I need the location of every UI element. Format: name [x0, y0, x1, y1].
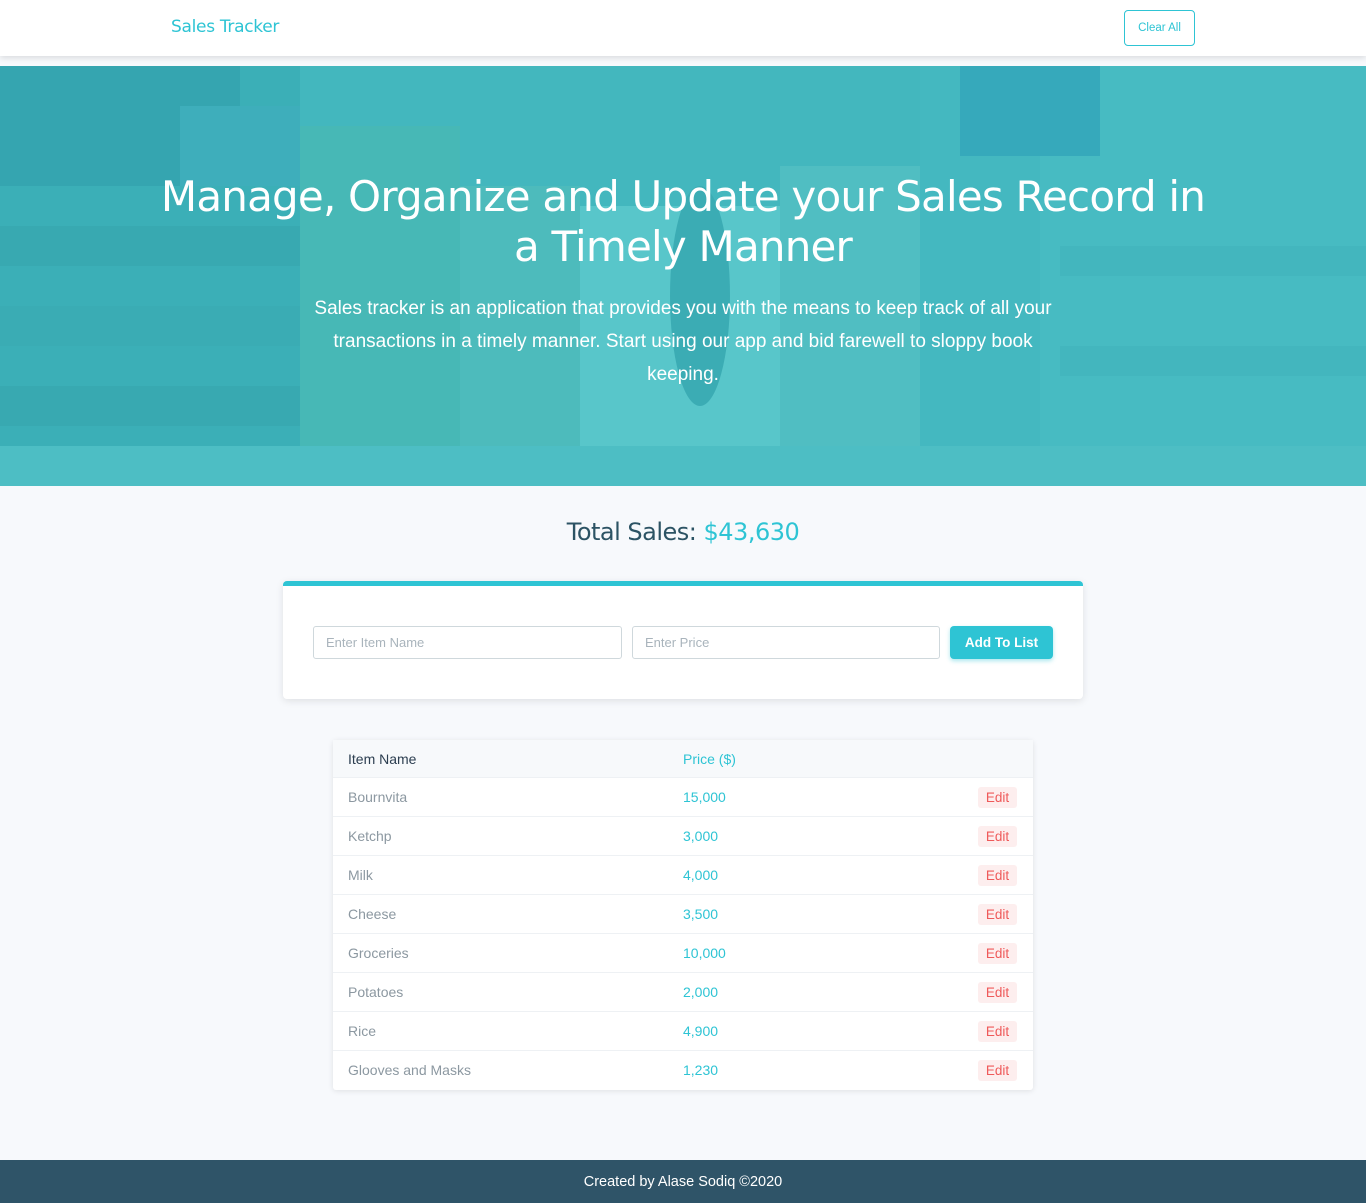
edit-button[interactable]: Edit	[978, 787, 1017, 808]
total-sales-value: $43,630	[703, 518, 800, 546]
edit-button[interactable]: Edit	[978, 1021, 1017, 1042]
table-row: Glooves and Masks 1,230 Edit	[333, 1051, 1033, 1090]
edit-button[interactable]: Edit	[978, 943, 1017, 964]
footer-credit: Created by Alase Sodiq ©2020	[583, 1173, 783, 1190]
table-header: Item Name Price ($)	[333, 740, 1033, 778]
row-item-name: Bournvita	[348, 789, 408, 805]
row-price: 10,000	[683, 945, 726, 961]
row-price: 2,000	[683, 984, 719, 1000]
row-item-name: Cheese	[348, 906, 397, 922]
row-item-name: Groceries	[348, 945, 409, 961]
add-to-list-button[interactable]: Add To List	[950, 626, 1053, 659]
row-price: 3,000	[683, 828, 719, 844]
row-price: 1,230	[683, 1062, 719, 1078]
total-sales: Total Sales: $43,630	[0, 518, 1366, 546]
clear-all-button[interactable]: Clear All	[1124, 10, 1195, 46]
navbar: Sales Tracker Clear All	[0, 0, 1366, 56]
price-input[interactable]	[632, 626, 940, 659]
table-row: Rice 4,900 Edit	[333, 1012, 1033, 1051]
row-price: 4,000	[683, 867, 719, 883]
row-item-name: Ketchp	[348, 828, 392, 844]
edit-button[interactable]: Edit	[978, 982, 1017, 1003]
table-row: Potatoes 2,000 Edit	[333, 973, 1033, 1012]
add-item-form: Add To List	[283, 581, 1083, 699]
edit-button[interactable]: Edit	[978, 865, 1017, 886]
table-row: Milk 4,000 Edit	[333, 856, 1033, 895]
edit-button[interactable]: Edit	[978, 826, 1017, 847]
edit-button[interactable]: Edit	[978, 904, 1017, 925]
brand-logo[interactable]: Sales Tracker	[171, 17, 279, 37]
total-sales-label: Total Sales:	[566, 518, 704, 546]
row-item-name: Glooves and Masks	[348, 1062, 471, 1078]
table-row: Bournvita 15,000 Edit	[333, 778, 1033, 817]
item-name-input[interactable]	[313, 626, 622, 659]
footer: Created by Alase Sodiq ©2020	[0, 1160, 1366, 1203]
row-price: 4,900	[683, 1023, 719, 1039]
row-price: 15,000	[683, 789, 726, 805]
table-row: Groceries 10,000 Edit	[333, 934, 1033, 973]
row-item-name: Potatoes	[348, 984, 404, 1000]
row-item-name: Milk	[348, 867, 373, 883]
hero-banner: Manage, Organize and Update your Sales R…	[0, 66, 1366, 486]
row-item-name: Rice	[348, 1023, 377, 1039]
edit-button[interactable]: Edit	[978, 1060, 1017, 1081]
row-price: 3,500	[683, 906, 719, 922]
sales-table: Item Name Price ($) Bournvita 15,000 Edi…	[333, 740, 1033, 1090]
table-row: Cheese 3,500 Edit	[333, 895, 1033, 934]
table-row: Ketchp 3,000 Edit	[333, 817, 1033, 856]
hero-title: Manage, Organize and Update your Sales R…	[160, 172, 1206, 271]
hero-overlay	[0, 66, 1366, 486]
hero-description: Sales tracker is an application that pro…	[314, 298, 1052, 385]
header-price: Price ($)	[683, 751, 736, 767]
header-item-name: Item Name	[348, 751, 417, 767]
